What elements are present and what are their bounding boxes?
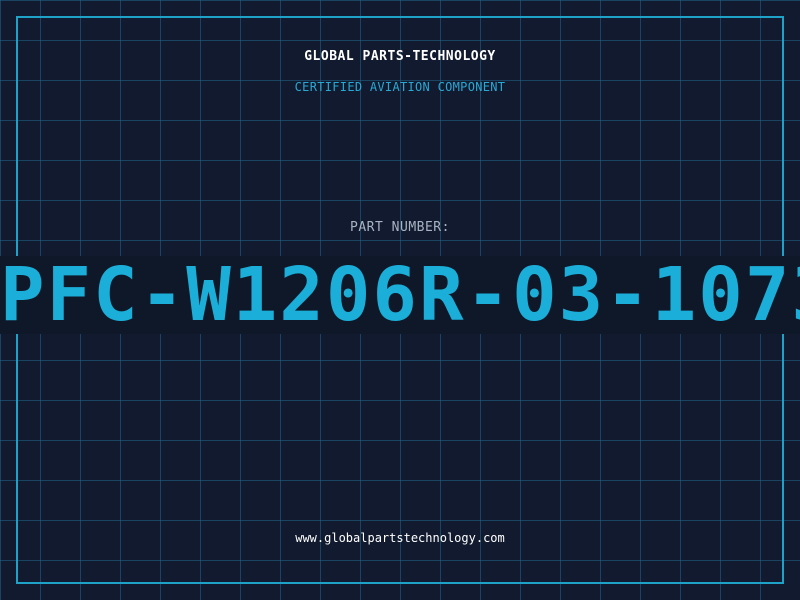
part-number-value: PFC-W1206R-03-1073B <box>0 256 800 334</box>
company-name: GLOBAL PARTS-TECHNOLOGY <box>304 49 496 64</box>
certification-subtitle: CERTIFIED AVIATION COMPONENT <box>294 80 506 94</box>
part-label-card: GLOBAL PARTS-TECHNOLOGY CERTIFIED AVIATI… <box>0 0 800 600</box>
website-url: www.globalpartstechnology.com <box>295 531 505 545</box>
part-number-band: PFC-W1206R-03-1073B <box>0 256 800 334</box>
part-number-label: PART NUMBER: <box>350 220 450 235</box>
